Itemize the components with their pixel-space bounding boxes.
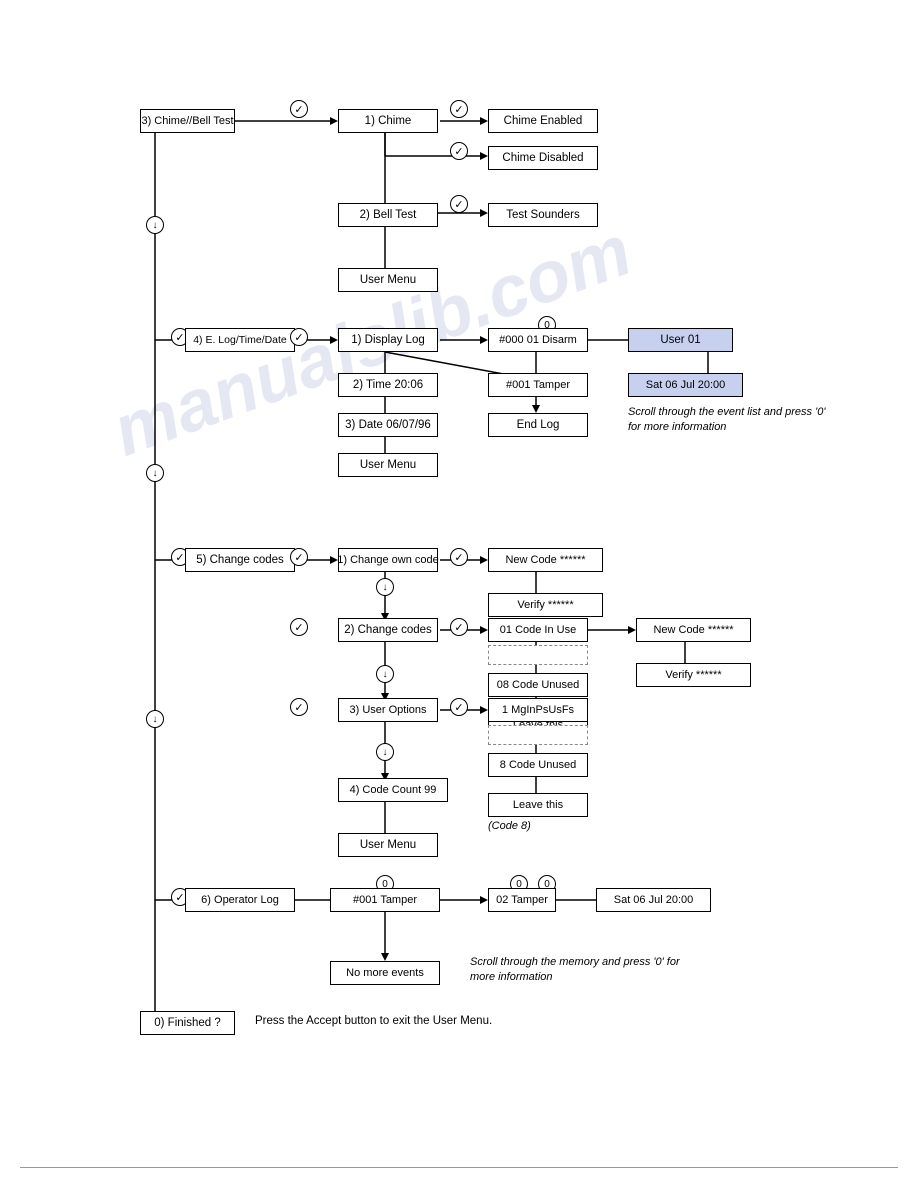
down-arrow-1: ↓ [146, 216, 164, 234]
check-8: ✓ [290, 548, 308, 566]
chime-bell-test-box: 3) Chime//Bell Test [140, 109, 235, 133]
date-box: 3) Date 06/07/96 [338, 413, 438, 437]
check-4: ✓ [450, 195, 468, 213]
check-13: ✓ [450, 698, 468, 716]
elog-box: 4) E. Log/Time/Date [185, 328, 295, 352]
sat-date-1-box: Sat 06 Jul 20:00 [628, 373, 743, 397]
event-000-box: #000 01 Disarm [488, 328, 588, 352]
event-001-box: #001 Tamper [488, 373, 588, 397]
check-6: ✓ [290, 328, 308, 346]
new-code-2-box: New Code ****** [636, 618, 751, 642]
code8-label: (Code 8) [488, 820, 531, 832]
check-9: ✓ [450, 548, 468, 566]
user-options-box: 3) User Options [338, 698, 438, 722]
check-10: ✓ [290, 618, 308, 636]
leave-this-2-box: Leave this [488, 793, 588, 817]
check-11: ✓ [450, 618, 468, 636]
chime-disabled-box: Chime Disabled [488, 146, 598, 170]
display-log-box: 1) Display Log [338, 328, 438, 352]
change-own-code-box: 1) Change own code [338, 548, 438, 572]
end-log-box: End Log [488, 413, 588, 437]
check-2: ✓ [450, 100, 468, 118]
down-arrow-5: ↓ [376, 743, 394, 761]
check-1: ✓ [290, 100, 308, 118]
connections-svg [20, 20, 898, 1160]
test-sounders-box: Test Sounders [488, 203, 598, 227]
user-01-box: User 01 [628, 328, 733, 352]
chime-enabled-box: Chime Enabled [488, 109, 598, 133]
down-arrow-2: ↓ [146, 464, 164, 482]
bell-test-box: 2) Bell Test [338, 203, 438, 227]
down-arrow-6: ↓ [146, 710, 164, 728]
chime-box: 1) Chime [338, 109, 438, 133]
mgln-1-box: 1 MgInPsUsFs [488, 698, 588, 722]
change-codes-main-box: 5) Change codes [185, 548, 295, 572]
dashed-box-2 [488, 725, 588, 745]
time-box: 2) Time 20:06 [338, 373, 438, 397]
tamper-02-box: 02 Tamper [488, 888, 556, 912]
scroll-text-2: Scroll through the memory and press '0' … [470, 955, 690, 986]
bottom-divider [20, 1167, 898, 1168]
event-001b-box: #001 Tamper [330, 888, 440, 912]
verify-2-box: Verify ****** [636, 663, 751, 687]
diagram: 3) Chime//Bell Test ✓ 1) Chime ✓ Chime E… [20, 20, 898, 1160]
code-8-unused-box: 8 Code Unused [488, 753, 588, 777]
code-08-unused-box: 08 Code Unused [488, 673, 588, 697]
code-01-in-use-box: 01 Code In Use [488, 618, 588, 642]
user-menu-2-box: User Menu [338, 453, 438, 477]
new-code-1-box: New Code ****** [488, 548, 603, 572]
code-count-box: 4) Code Count 99 [338, 778, 448, 802]
verify-1-box: Verify ****** [488, 593, 603, 617]
user-menu-1-box: User Menu [338, 268, 438, 292]
finished-label: Press the Accept button to exit the User… [255, 1015, 492, 1027]
no-more-events-box: No more events [330, 961, 440, 985]
down-arrow-4: ↓ [376, 665, 394, 683]
check-12: ✓ [290, 698, 308, 716]
operator-log-box: 6) Operator Log [185, 888, 295, 912]
down-arrow-3: ↓ [376, 578, 394, 596]
scroll-text-1: Scroll through the event list and press … [628, 405, 828, 436]
dashed-box-1 [488, 645, 588, 665]
finished-box: 0) Finished ? [140, 1011, 235, 1035]
user-menu-3-box: User Menu [338, 833, 438, 857]
check-3: ✓ [450, 142, 468, 160]
change-codes-sub-box: 2) Change codes [338, 618, 438, 642]
sat-date-2-box: Sat 06 Jul 20:00 [596, 888, 711, 912]
